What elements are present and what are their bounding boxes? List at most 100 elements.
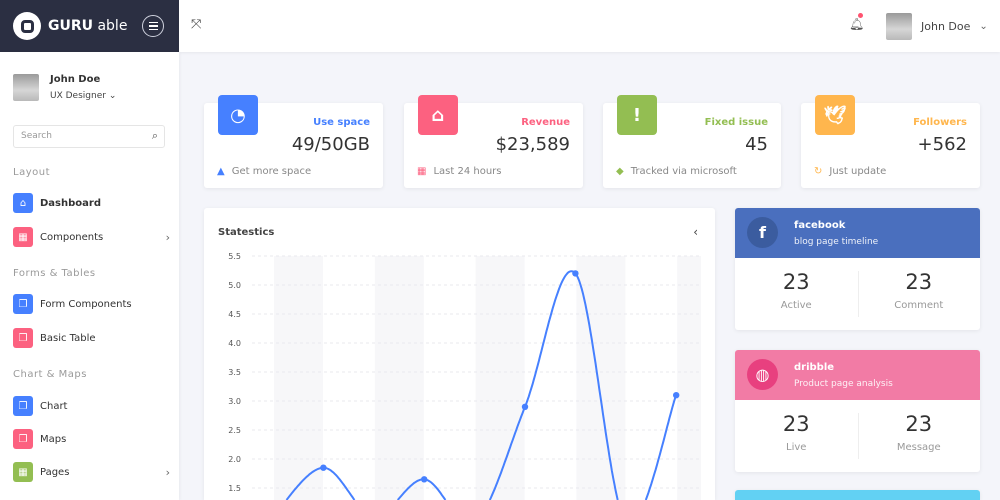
stat-footer: Last 24 hours [433, 166, 502, 177]
stat-title: Use space [313, 117, 370, 128]
stat-card-fixed-issue: ! Fixed issue 45 ◆ Tracked via microsoft [603, 95, 781, 188]
copy-icon: ❐ [13, 328, 33, 348]
y-tick-label: 4.0 [228, 339, 241, 348]
user-name: John Doe [921, 20, 971, 33]
menu-toggle-button[interactable] [142, 15, 164, 37]
grid-icon: ▦ [13, 462, 33, 482]
sidebar-item-maps[interactable]: ❐ Maps [13, 429, 170, 449]
user-menu[interactable]: John Doe ⌄ [886, 13, 988, 40]
y-tick-label: 3.0 [228, 397, 241, 406]
dribbble-icon: ◍ [747, 359, 778, 390]
chart-band [475, 256, 525, 500]
bell-icon[interactable]: 🔔︎ [849, 17, 864, 31]
calendar-icon: ▦ [417, 166, 427, 177]
stat-footer: Tracked via microsoft [630, 166, 737, 177]
avatar [886, 13, 912, 40]
grid-icon: ▦ [13, 227, 33, 247]
section-label-forms: Forms & Tables [13, 268, 96, 279]
stat-footer: Get more space [231, 166, 312, 177]
facebook-card: f facebook blog page timeline 23 Active 2… [735, 208, 980, 330]
logo-icon [13, 12, 41, 40]
search-icon: ⌕ [151, 129, 158, 142]
data-point [421, 476, 428, 483]
stat-value: 23 [782, 412, 810, 436]
sidebar-item-form-components[interactable]: ❐ Form Components [13, 294, 170, 314]
sidebar-item-pages[interactable]: ▦ Pages › [13, 462, 170, 482]
sidebar: John Doe UX Designer ⌄ Search ⌕ Layout ⌂… [0, 52, 179, 500]
sidebar-item-components[interactable]: ▦ Components › [13, 227, 170, 247]
sidebar-item-basic-table[interactable]: ❐ Basic Table [13, 328, 170, 348]
y-tick-label: 3.5 [228, 368, 241, 377]
dribbble-card: ◍ dribble Product page analysis 23 Live 2… [735, 350, 980, 472]
brand-header: GURU able [0, 0, 179, 52]
social-subtitle: Product page analysis [794, 379, 893, 389]
stat-title: Followers [913, 117, 967, 128]
facebook-icon: f [747, 217, 778, 248]
stat-value: 45 [745, 134, 768, 155]
tag-icon: ◆ [616, 166, 624, 177]
social-card-partial [735, 490, 980, 500]
top-bar: ⤧ 🔔︎ John Doe ⌄ [179, 0, 1000, 52]
chevron-down-icon: ⌄ [108, 91, 117, 101]
stat-value: 23 [905, 412, 933, 436]
social-name: facebook [794, 220, 846, 231]
y-tick-label: 4.5 [228, 310, 241, 319]
social-subtitle: blog page timeline [794, 237, 879, 247]
home-icon: ⌂ [418, 95, 458, 135]
search-input[interactable]: Search ⌕ [13, 125, 165, 148]
role-dropdown[interactable]: UX Designer ⌄ [50, 91, 116, 101]
stat-card-use-space: ◔ Use space 49/50GB ▲ Get more space [204, 95, 383, 188]
chevron-right-icon: › [165, 465, 170, 479]
stat-footer: Just update [829, 166, 887, 177]
stat-value: $23,589 [495, 134, 570, 155]
stat-label: Message [896, 442, 941, 453]
copy-icon: ❐ [13, 429, 33, 449]
refresh-icon: ↻ [814, 166, 823, 177]
social-name: dribble [794, 362, 835, 373]
y-tick-label: 1.5 [228, 484, 241, 493]
chart-band [274, 256, 323, 500]
twitter-icon: 🕊︎ [815, 95, 855, 135]
section-label-layout: Layout [13, 167, 50, 178]
chart-band [576, 256, 626, 500]
stat-title: Revenue [521, 117, 570, 128]
sidebar-item-dashboard[interactable]: ⌂ Dashboard [13, 193, 170, 213]
stat-label: Live [786, 442, 807, 453]
section-label-charts: Chart & Maps [13, 369, 87, 380]
stat-value: +562 [917, 134, 967, 155]
stat-value: 49/50GB [291, 134, 370, 155]
fullscreen-icon[interactable]: ⤧ [191, 17, 201, 32]
statistics-card: Statestics ‹ 5.5 5.0 4.5 4.0 3.5 3.0 2.5 2.0 1.5 [204, 208, 715, 500]
brand-name: GURU able [48, 18, 128, 34]
copy-icon: ❐ [13, 294, 33, 314]
chart-band [677, 256, 701, 500]
data-point [521, 403, 529, 410]
notification-dot [858, 13, 863, 18]
y-tick-label: 5.5 [228, 252, 241, 261]
y-tick-label: 2.5 [228, 426, 241, 435]
stat-card-followers: 🕊︎ Followers +562 ↻ Just update [801, 95, 980, 188]
data-point [673, 392, 680, 399]
data-point [572, 270, 579, 277]
copy-icon: ❐ [13, 396, 33, 416]
chevron-down-icon: ⌄ [979, 21, 988, 32]
sidebar-item-chart[interactable]: ❐ Chart [13, 396, 170, 416]
statistics-chart: 5.5 5.0 4.5 4.0 3.5 3.0 2.5 2.0 1.5 [228, 252, 701, 500]
stat-title: Fixed issue [704, 117, 768, 128]
y-tick-label: 2.0 [228, 455, 241, 464]
stat-label: Comment [894, 300, 944, 311]
home-icon: ⌂ [13, 193, 33, 213]
stat-value: 23 [905, 270, 933, 294]
stat-label: Active [780, 300, 812, 311]
chevron-right-icon: › [165, 230, 170, 244]
sidebar-avatar [13, 74, 39, 101]
sidebar-user-name: John Doe [50, 74, 101, 85]
data-point [320, 464, 327, 471]
stat-value: 23 [782, 270, 810, 294]
stat-card-revenue: ⌂ Revenue $23,589 ▦ Last 24 hours [404, 95, 583, 188]
y-tick-label: 5.0 [228, 281, 241, 290]
chart-band [374, 256, 424, 500]
alert-icon: ! [617, 95, 657, 135]
pie-chart-icon: ◔ [218, 95, 258, 135]
warning-icon: ▲ [217, 166, 225, 177]
